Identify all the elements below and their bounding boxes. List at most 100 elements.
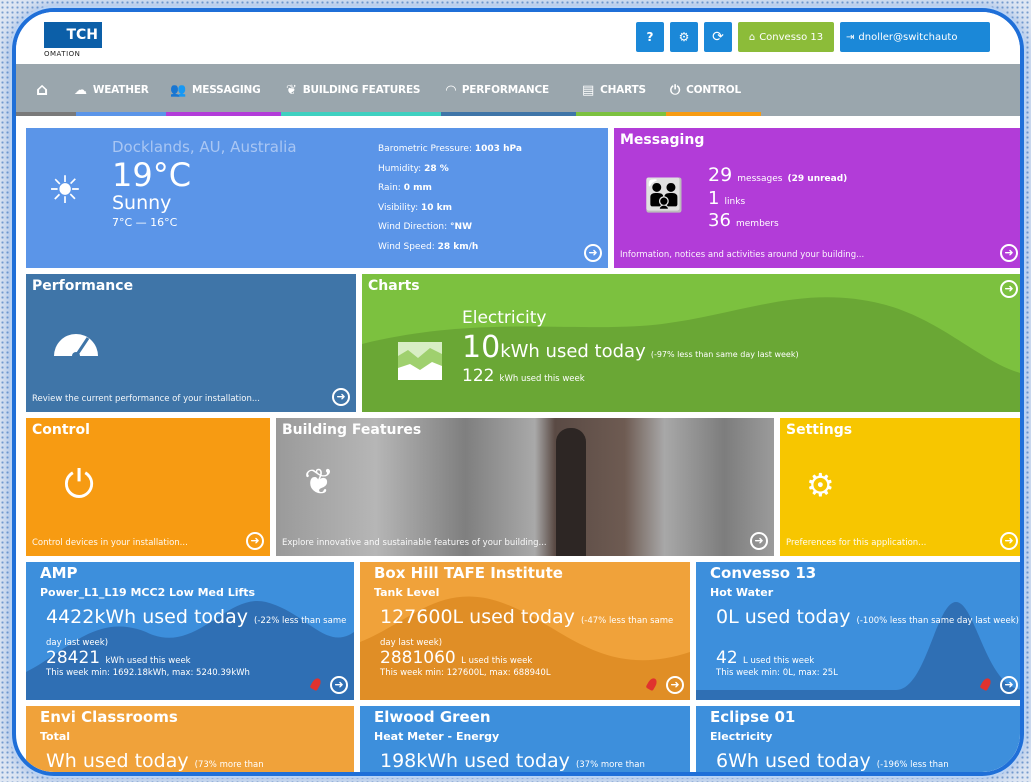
- charts-week-row: 122 kWh used this week: [462, 366, 585, 386]
- meter-tile-convesso[interactable]: Convesso 13 Hot Water 0L used today (-10…: [696, 562, 1020, 700]
- meter-compare: (73% more than: [194, 760, 264, 770]
- meter-week: 28421 kWh used this week: [46, 648, 191, 668]
- meter-week-value: 28421: [46, 648, 101, 668]
- nav-charts[interactable]: ▤ CHARTS: [582, 64, 646, 116]
- meter-week-value: 42: [716, 648, 738, 668]
- charts-today-unit: kWh used today: [500, 341, 646, 362]
- messages-count: 29: [708, 164, 733, 186]
- leaf-icon: ❦: [304, 462, 335, 503]
- meter-tile-box-hill[interactable]: Box Hill TAFE Institute Tank Level 12760…: [360, 562, 690, 700]
- nav-messaging[interactable]: 👥 MESSAGING: [170, 64, 261, 116]
- site-selector-button[interactable]: ⌂ Convesso 13: [738, 22, 834, 52]
- cloud-icon: ☁: [74, 82, 87, 98]
- performance-arrow-icon[interactable]: ➜: [332, 388, 350, 406]
- gauge-icon: ◠: [446, 82, 456, 98]
- meter-subtitle: Heat Meter - Energy: [374, 730, 500, 743]
- nav-weather[interactable]: ☁ WEATHER: [74, 64, 149, 116]
- nav-building-features[interactable]: ❦ BUILDING FEATURES: [286, 64, 420, 116]
- control-description: Control devices in your installation...: [32, 538, 188, 548]
- meter-subtitle: Tank Level: [374, 586, 440, 599]
- detail-pressure: Barometric Pressure: 1003 hPa: [378, 140, 522, 160]
- meter-today-unit: Wh used today: [728, 750, 871, 772]
- charts-tile[interactable]: Charts Electricity 10kWh used today (-97…: [362, 274, 1020, 412]
- meter-today-value: 0: [716, 606, 729, 628]
- messaging-tile[interactable]: Messaging 👪 29 messages (29 unread) 1 li…: [614, 128, 1020, 268]
- settings-tile[interactable]: Settings ⚙ Preferences for this applicat…: [780, 418, 1020, 556]
- detail-label: Humidity:: [378, 163, 422, 174]
- meter-tile-envi[interactable]: Envi Classrooms Total Wh used today (73%…: [26, 706, 354, 772]
- meter-today-value: 198: [380, 750, 417, 772]
- building-photo: [276, 418, 774, 556]
- detail-label: Visibility:: [378, 202, 419, 213]
- users-icon: 👥: [170, 82, 186, 98]
- control-arrow-icon[interactable]: ➜: [246, 532, 264, 550]
- nav-control-label: CONTROL: [686, 84, 741, 96]
- meter-week-label: L used this week: [743, 656, 815, 666]
- control-tile[interactable]: Control ⏻ Control devices in your instal…: [26, 418, 270, 556]
- weather-location: Docklands, AU, Australia: [112, 138, 297, 156]
- charts-subject: Electricity: [462, 308, 547, 328]
- charts-today-value: 10: [462, 330, 501, 365]
- logo-text: TCH: [44, 22, 102, 48]
- nav-control[interactable]: ⏻ CONTROL: [670, 64, 741, 116]
- meter-title: Eclipse 01: [710, 708, 796, 726]
- meter-tile-amp[interactable]: AMP Power_L1_L19 MCC2 Low Med Lifts 4422…: [26, 562, 354, 700]
- weather-arrow-icon[interactable]: ➜: [584, 244, 602, 262]
- messaging-title: Messaging: [620, 132, 705, 148]
- meter-week-label: L used this week: [461, 656, 533, 666]
- members-count: 36: [708, 210, 731, 231]
- nav-underline-charts: [576, 112, 666, 116]
- messages-count-row: 29 messages (29 unread): [708, 164, 847, 186]
- detail-label: Wind Direction:: [378, 222, 448, 232]
- charts-compare: (-97% less than same day last week): [650, 350, 799, 359]
- power-icon: ⏻: [670, 82, 681, 98]
- help-icon: ?: [646, 30, 654, 44]
- meter-today-value: 127600: [380, 606, 453, 628]
- performance-title: Performance: [32, 278, 134, 294]
- detail-label: Barometric Pressure:: [378, 144, 473, 154]
- meter-subtitle: Hot Water: [710, 586, 774, 599]
- meter-tile-elwood[interactable]: Elwood Green Heat Meter - Energy 198kWh …: [360, 706, 690, 772]
- meter-today-value: 4422: [46, 606, 95, 628]
- nav-home[interactable]: ⌂: [36, 64, 54, 116]
- performance-tile[interactable]: Performance Review the current performan…: [26, 274, 356, 412]
- meter-week: 42 L used this week: [716, 648, 814, 668]
- meter-compare: (-100% less than same day last week): [856, 616, 1019, 626]
- company-logo[interactable]: TCH OMATION: [44, 22, 102, 62]
- settings-gears-button[interactable]: ⚙: [670, 22, 698, 52]
- nav-performance[interactable]: ◠ PERFORMANCE: [446, 64, 549, 116]
- detail-value: 10 km: [420, 202, 453, 213]
- settings-arrow-icon[interactable]: ➜: [1000, 532, 1018, 550]
- charts-today-row: 10kWh used today (-97% less than same da…: [462, 330, 799, 365]
- building-features-tile[interactable]: Building Features ❦ Explore innovative a…: [276, 418, 774, 556]
- help-button[interactable]: ?: [636, 22, 664, 52]
- meter-today: 4422kWh used today (-22% less than same …: [46, 606, 354, 650]
- meter-title: Box Hill TAFE Institute: [374, 564, 563, 582]
- family-icon: 👪: [644, 176, 684, 214]
- leaf-icon: ❦: [286, 82, 297, 98]
- nav-building-features-label: BUILDING FEATURES: [302, 84, 421, 96]
- detail-humidity: Humidity: 28 %: [378, 160, 522, 180]
- meter-today: 127600L used today (-47% less than same …: [380, 606, 690, 650]
- meter-today: 198kWh used today (37% more than: [380, 750, 645, 772]
- detail-wind-direction: Wind Direction: °NW: [378, 218, 522, 238]
- home-icon: ⌂: [748, 31, 756, 43]
- charts-title: Charts: [368, 278, 420, 294]
- messaging-arrow-icon[interactable]: ➜: [1000, 244, 1018, 262]
- building-features-arrow-icon[interactable]: ➜: [750, 532, 768, 550]
- meter-arrow-icon[interactable]: ➜: [330, 676, 348, 694]
- user-menu-button[interactable]: ⇥ dnoller@switchauto: [840, 22, 990, 52]
- person-silhouette: [556, 428, 586, 556]
- meter-tile-eclipse[interactable]: Eclipse 01 Electricity 6Wh used today (-…: [696, 706, 1020, 772]
- detail-rain: Rain: 0 mm: [378, 179, 522, 199]
- meter-arrow-icon[interactable]: ➜: [1000, 676, 1018, 694]
- meter-arrow-icon[interactable]: ➜: [666, 676, 684, 694]
- weather-condition: Sunny: [112, 192, 172, 214]
- refresh-icon: ⟳: [712, 29, 724, 45]
- charts-week-value: 122: [462, 366, 495, 386]
- weather-tile[interactable]: ☀ Docklands, AU, Australia 19°C Sunny 7°…: [26, 128, 608, 268]
- charts-arrow-icon[interactable]: ➜: [1000, 280, 1018, 298]
- nav-charts-label: CHARTS: [600, 84, 646, 96]
- refresh-button[interactable]: ⟳: [704, 22, 732, 52]
- meter-subtitle: Total: [40, 730, 71, 743]
